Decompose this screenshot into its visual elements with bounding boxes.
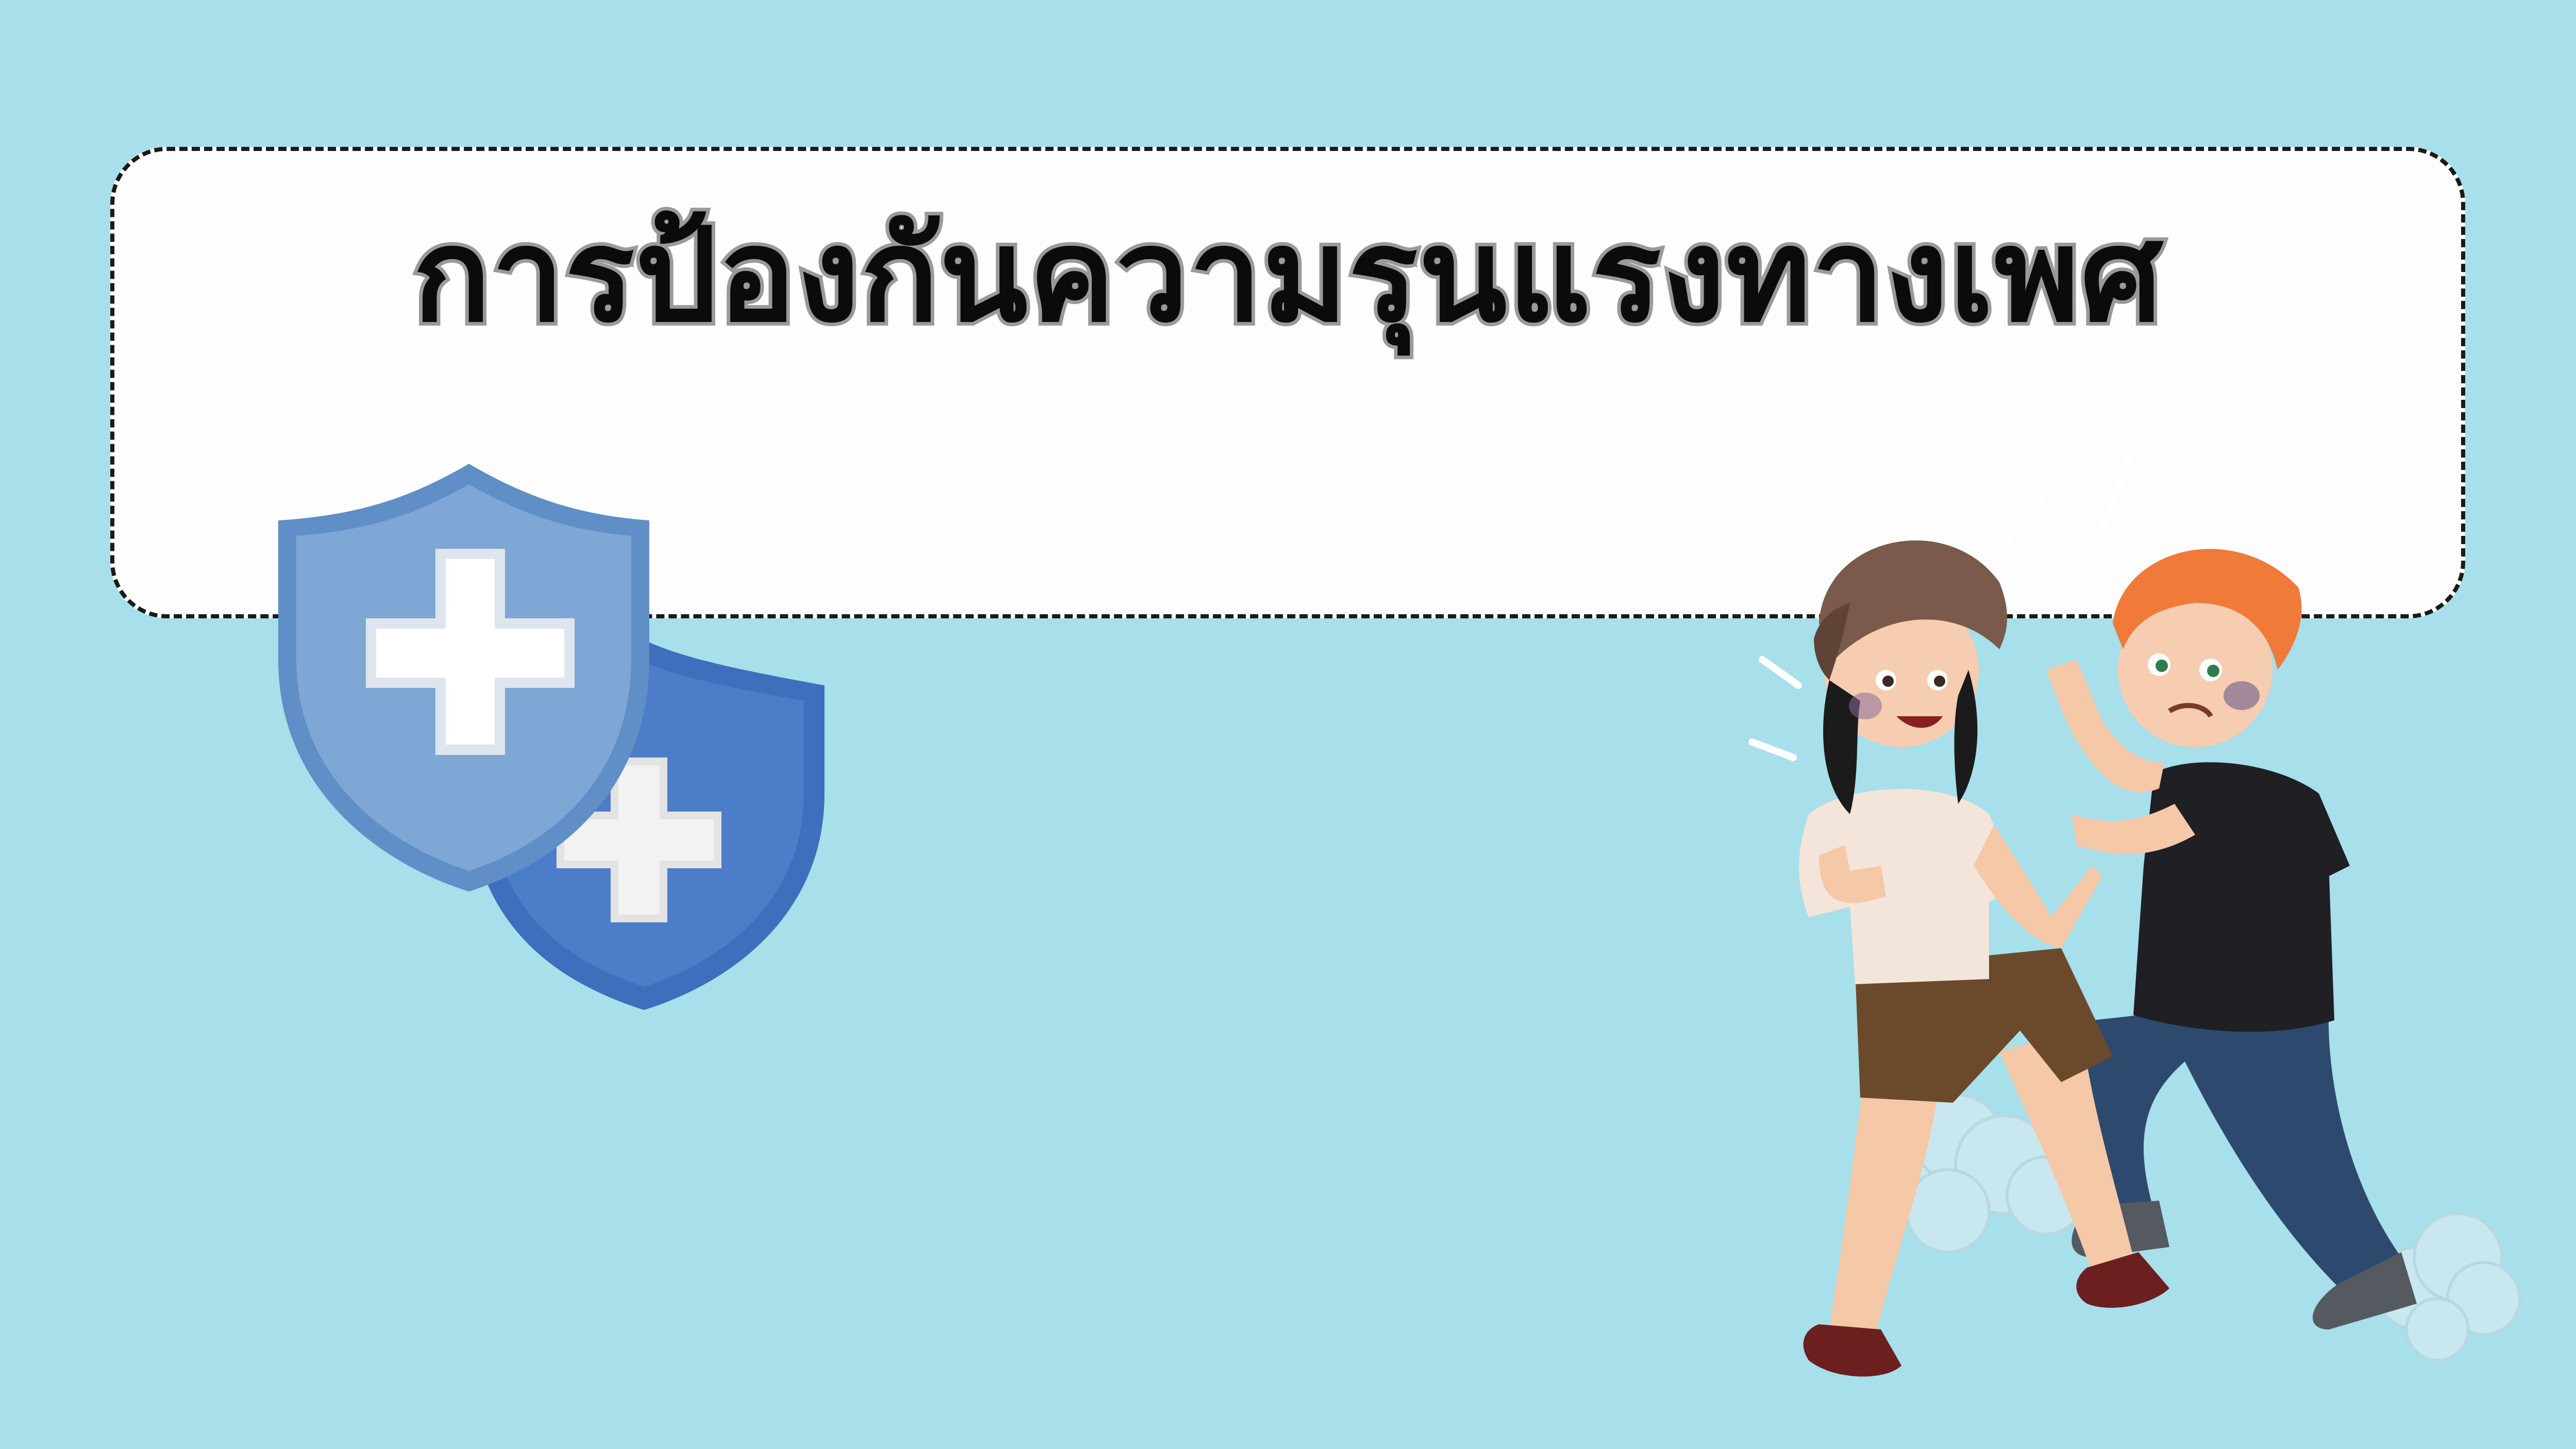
- hat-wearing-boy: [1799, 540, 2169, 1377]
- two-boys-fighting-illustration: [1748, 455, 2521, 1377]
- slide-title: การป้องกันความรุนแรงทางเพศ: [409, 200, 2166, 350]
- medical-shield-icon: [278, 464, 824, 1010]
- dust-cloud: [1874, 1093, 2521, 1362]
- slide-canvas: การป้องกันความรุนแรงทางเพศ: [0, 0, 2576, 1449]
